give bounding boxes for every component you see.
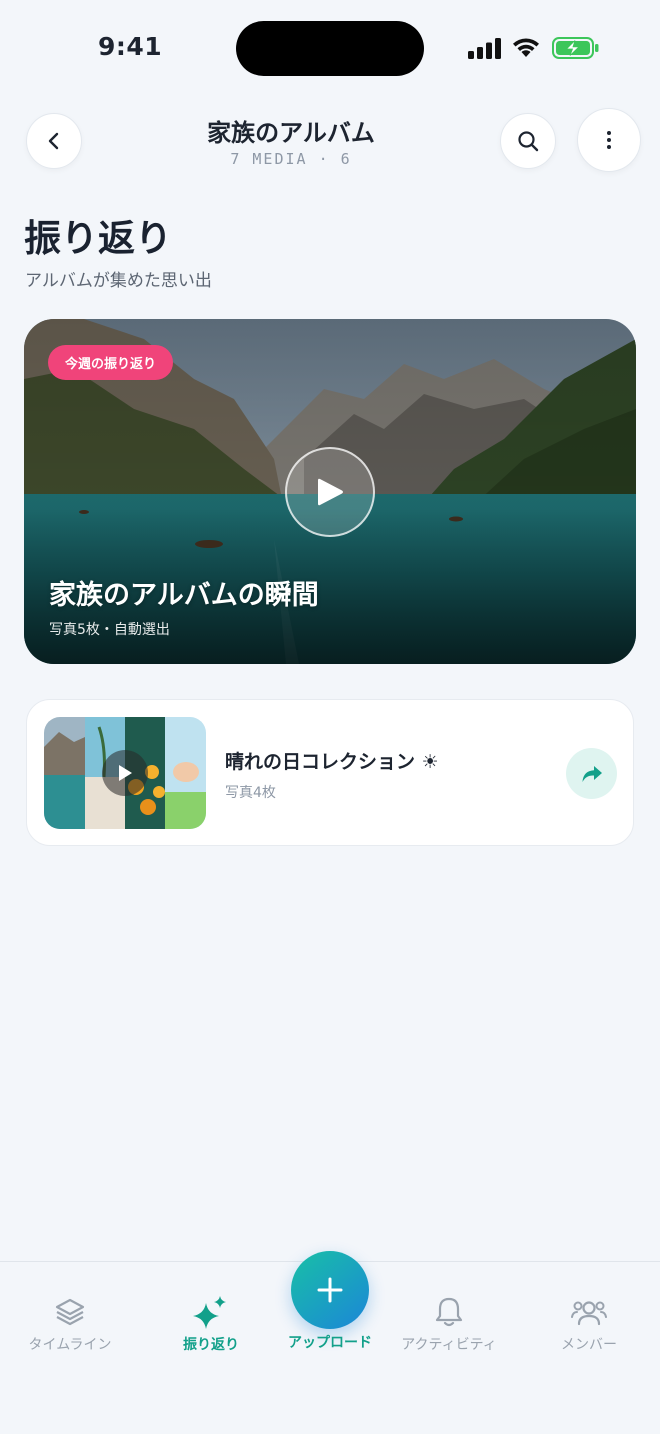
tab-members-label: メンバー — [561, 1337, 617, 1353]
album-title: 家族のアルバム — [207, 119, 375, 147]
play-icon — [119, 765, 132, 781]
share-button[interactable] — [566, 748, 617, 799]
share-icon — [582, 765, 602, 782]
status-bar: 9:41 — [0, 0, 660, 96]
tab-timeline-label: タイムライン — [28, 1337, 112, 1353]
hero-play-button[interactable] — [285, 447, 375, 537]
page-subtitle: アルバムが集めた思い出 — [25, 271, 212, 291]
signal-icon — [468, 38, 501, 59]
search-button[interactable] — [500, 113, 556, 169]
album-meta: 7 MEDIA · 6 — [230, 150, 352, 168]
layers-icon — [55, 1298, 85, 1326]
tab-timeline[interactable]: タイムライン — [5, 1292, 135, 1354]
tab-activity[interactable]: アクティビティ — [384, 1292, 514, 1354]
plus-icon — [317, 1277, 343, 1303]
tab-upload-label[interactable]: アップロード — [265, 1332, 395, 1352]
collection-card[interactable]: 晴れの日コレクション ☀ 写真4枚 — [26, 699, 634, 846]
hero-title: 家族のアルバムの瞬間 — [49, 580, 319, 611]
tab-members[interactable]: メンバー — [524, 1292, 654, 1354]
bell-icon — [435, 1297, 463, 1327]
search-icon — [518, 131, 539, 152]
collection-subtitle: 写真4枚 — [225, 785, 276, 801]
collection-thumbnail — [44, 717, 206, 829]
dynamic-island — [236, 21, 424, 76]
upload-button[interactable] — [291, 1251, 369, 1329]
sparkle-icon — [193, 1296, 226, 1329]
collection-title: 晴れの日コレクション ☀ — [225, 751, 439, 773]
tab-recap[interactable]: 振り返り — [146, 1292, 276, 1354]
more-icon — [607, 131, 611, 149]
hero-badge: 今週の振り返り — [48, 345, 174, 380]
more-button[interactable] — [577, 108, 641, 172]
battery-icon — [552, 37, 599, 59]
play-icon — [318, 478, 343, 506]
hero-recap-card[interactable]: 今週の振り返り 家族のアルバムの瞬間 写真5枚・自動選出 — [24, 319, 636, 664]
tab-activity-label: アクティビティ — [401, 1337, 497, 1353]
members-icon — [571, 1301, 607, 1326]
page-title: 振り返り — [24, 217, 172, 260]
tab-recap-label: 振り返り — [183, 1337, 239, 1353]
hero-subtitle: 写真5枚・自動選出 — [49, 622, 170, 638]
collection-play-button[interactable] — [102, 750, 148, 796]
wifi-icon — [513, 38, 539, 57]
status-time: 9:41 — [98, 32, 163, 61]
